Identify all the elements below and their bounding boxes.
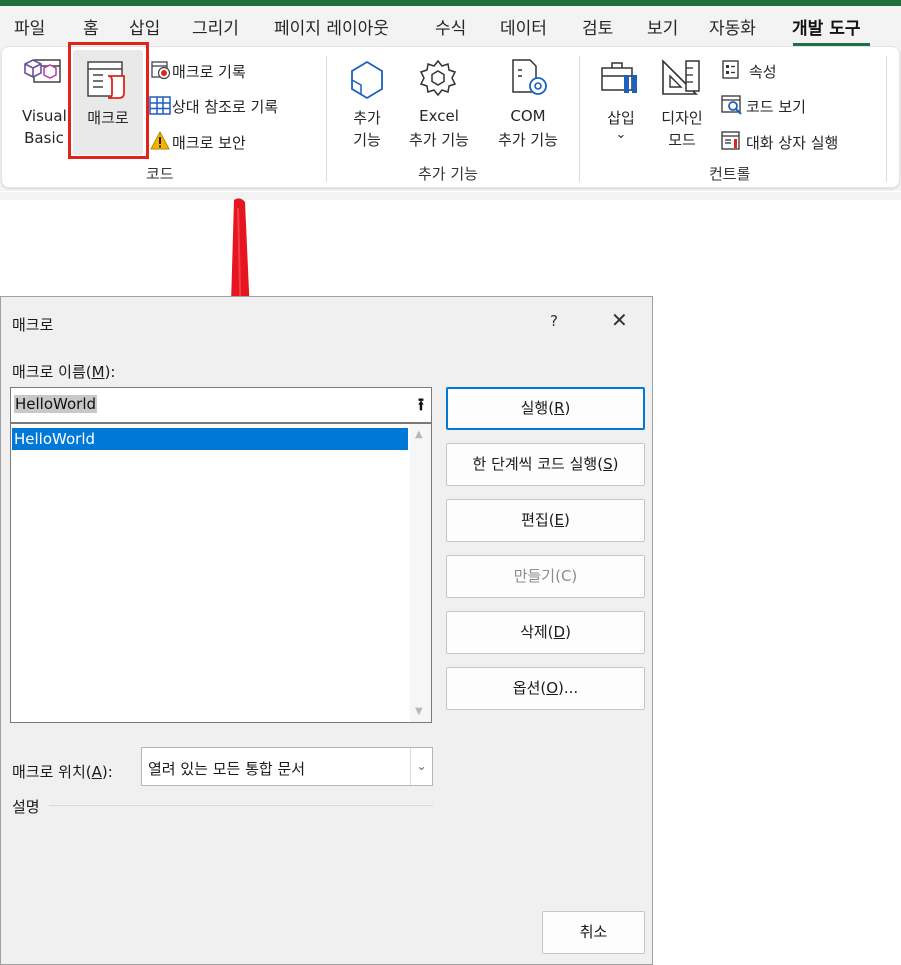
view-code-label[interactable]: 코드 보기 xyxy=(746,96,806,117)
description-divider xyxy=(49,805,433,806)
macro-location-value: 열려 있는 모든 통합 문서 xyxy=(148,760,306,778)
visual-basic-button[interactable] xyxy=(14,52,72,152)
macro-listbox[interactable]: HelloWorld ▲ ▼ xyxy=(10,423,432,723)
help-icon[interactable]: ? xyxy=(550,312,558,330)
addins-button[interactable] xyxy=(338,52,396,152)
tab-view[interactable]: 보기 xyxy=(647,14,678,39)
delete-button[interactable]: 삭제(D) xyxy=(446,611,645,654)
record-macro-label[interactable]: 매크로 기록 xyxy=(172,61,246,82)
addins-group-label: 추가 기능 xyxy=(418,165,478,183)
macro-security-label[interactable]: 매크로 보안 xyxy=(172,132,246,153)
ribbon-tab-bar: 파일 홈 삽입 그리기 페이지 레이아웃 수식 데이터 검토 보기 자동화 개발… xyxy=(0,6,901,46)
cancel-button[interactable]: 취소 xyxy=(542,911,645,954)
view-code-icon xyxy=(721,95,743,119)
group-separator xyxy=(886,56,887,182)
tab-automate[interactable]: 자동화 xyxy=(709,14,756,39)
chevron-down-icon[interactable]: ⌄ xyxy=(410,748,432,785)
macro-name-input[interactable]: HelloWorld ⭱ xyxy=(10,387,432,423)
tab-home[interactable]: 홈 xyxy=(83,14,99,39)
options-button[interactable]: 옵션(O)... xyxy=(446,667,645,710)
ribbon-bottom-gap xyxy=(0,192,901,200)
close-icon[interactable]: ✕ xyxy=(611,308,628,332)
com-addins-button[interactable] xyxy=(488,52,568,152)
macro-location-select[interactable]: 열려 있는 모든 통합 문서 ⌄ xyxy=(141,747,433,786)
relative-reference-icon xyxy=(149,96,171,120)
tab-review[interactable]: 검토 xyxy=(582,14,613,39)
upload-arrow-icon[interactable]: ⭱ xyxy=(410,388,432,422)
code-group-label: 코드 xyxy=(146,165,174,183)
properties-icon xyxy=(722,60,740,84)
run-dialog-label[interactable]: 대화 상자 실행 xyxy=(746,132,838,153)
scroll-up-icon[interactable]: ▲ xyxy=(415,429,423,440)
edit-button[interactable]: 편집(E) xyxy=(446,499,645,542)
tab-file[interactable]: 파일 xyxy=(14,14,45,39)
tab-formulas[interactable]: 수식 xyxy=(435,14,466,39)
tab-data[interactable]: 데이터 xyxy=(500,14,547,39)
macro-name-label: 매크로 이름(M): xyxy=(12,363,116,381)
controls-group-label: 컨트롤 xyxy=(709,165,751,183)
run-dialog-icon xyxy=(721,131,743,155)
macro-dialog: 매크로 ? ✕ 매크로 이름(M): HelloWorld ⭱ HelloWor… xyxy=(0,296,653,965)
list-item[interactable]: HelloWorld xyxy=(12,428,408,450)
group-separator xyxy=(579,56,580,182)
tab-developer[interactable]: 개발 도구 xyxy=(792,14,860,39)
macro-location-label: 매크로 위치(A): xyxy=(12,763,113,781)
design-mode-button[interactable] xyxy=(650,52,714,152)
excel-addins-button[interactable] xyxy=(400,52,478,152)
create-button[interactable]: 만들기(C) xyxy=(446,555,645,598)
macro-name-value: HelloWorld xyxy=(14,395,98,413)
run-button[interactable]: 실행(R) xyxy=(446,387,645,430)
listbox-scrollbar[interactable]: ▲ ▼ xyxy=(410,424,431,722)
description-label: 설명 xyxy=(12,798,40,816)
group-separator xyxy=(326,56,327,182)
tab-draw[interactable]: 그리기 xyxy=(192,14,239,39)
macro-security-warning-icon xyxy=(150,130,170,154)
properties-label[interactable]: 속성 xyxy=(749,61,777,82)
dialog-title: 매크로 xyxy=(12,316,54,334)
macros-highlight-box xyxy=(68,42,149,159)
step-into-button[interactable]: 한 단계씩 코드 실행(S) xyxy=(446,443,645,486)
relative-reference-label[interactable]: 상대 참조로 기록 xyxy=(172,96,278,117)
scroll-down-icon[interactable]: ▼ xyxy=(415,706,423,717)
record-macro-icon xyxy=(151,60,171,84)
tab-insert[interactable]: 삽입 xyxy=(129,14,160,39)
screenshot-root: 파일 홈 삽입 그리기 페이지 레이아웃 수식 데이터 검토 보기 자동화 개발… xyxy=(0,0,901,965)
tab-page-layout[interactable]: 페이지 레이아웃 xyxy=(274,14,389,39)
insert-controls-button[interactable] xyxy=(596,52,646,152)
